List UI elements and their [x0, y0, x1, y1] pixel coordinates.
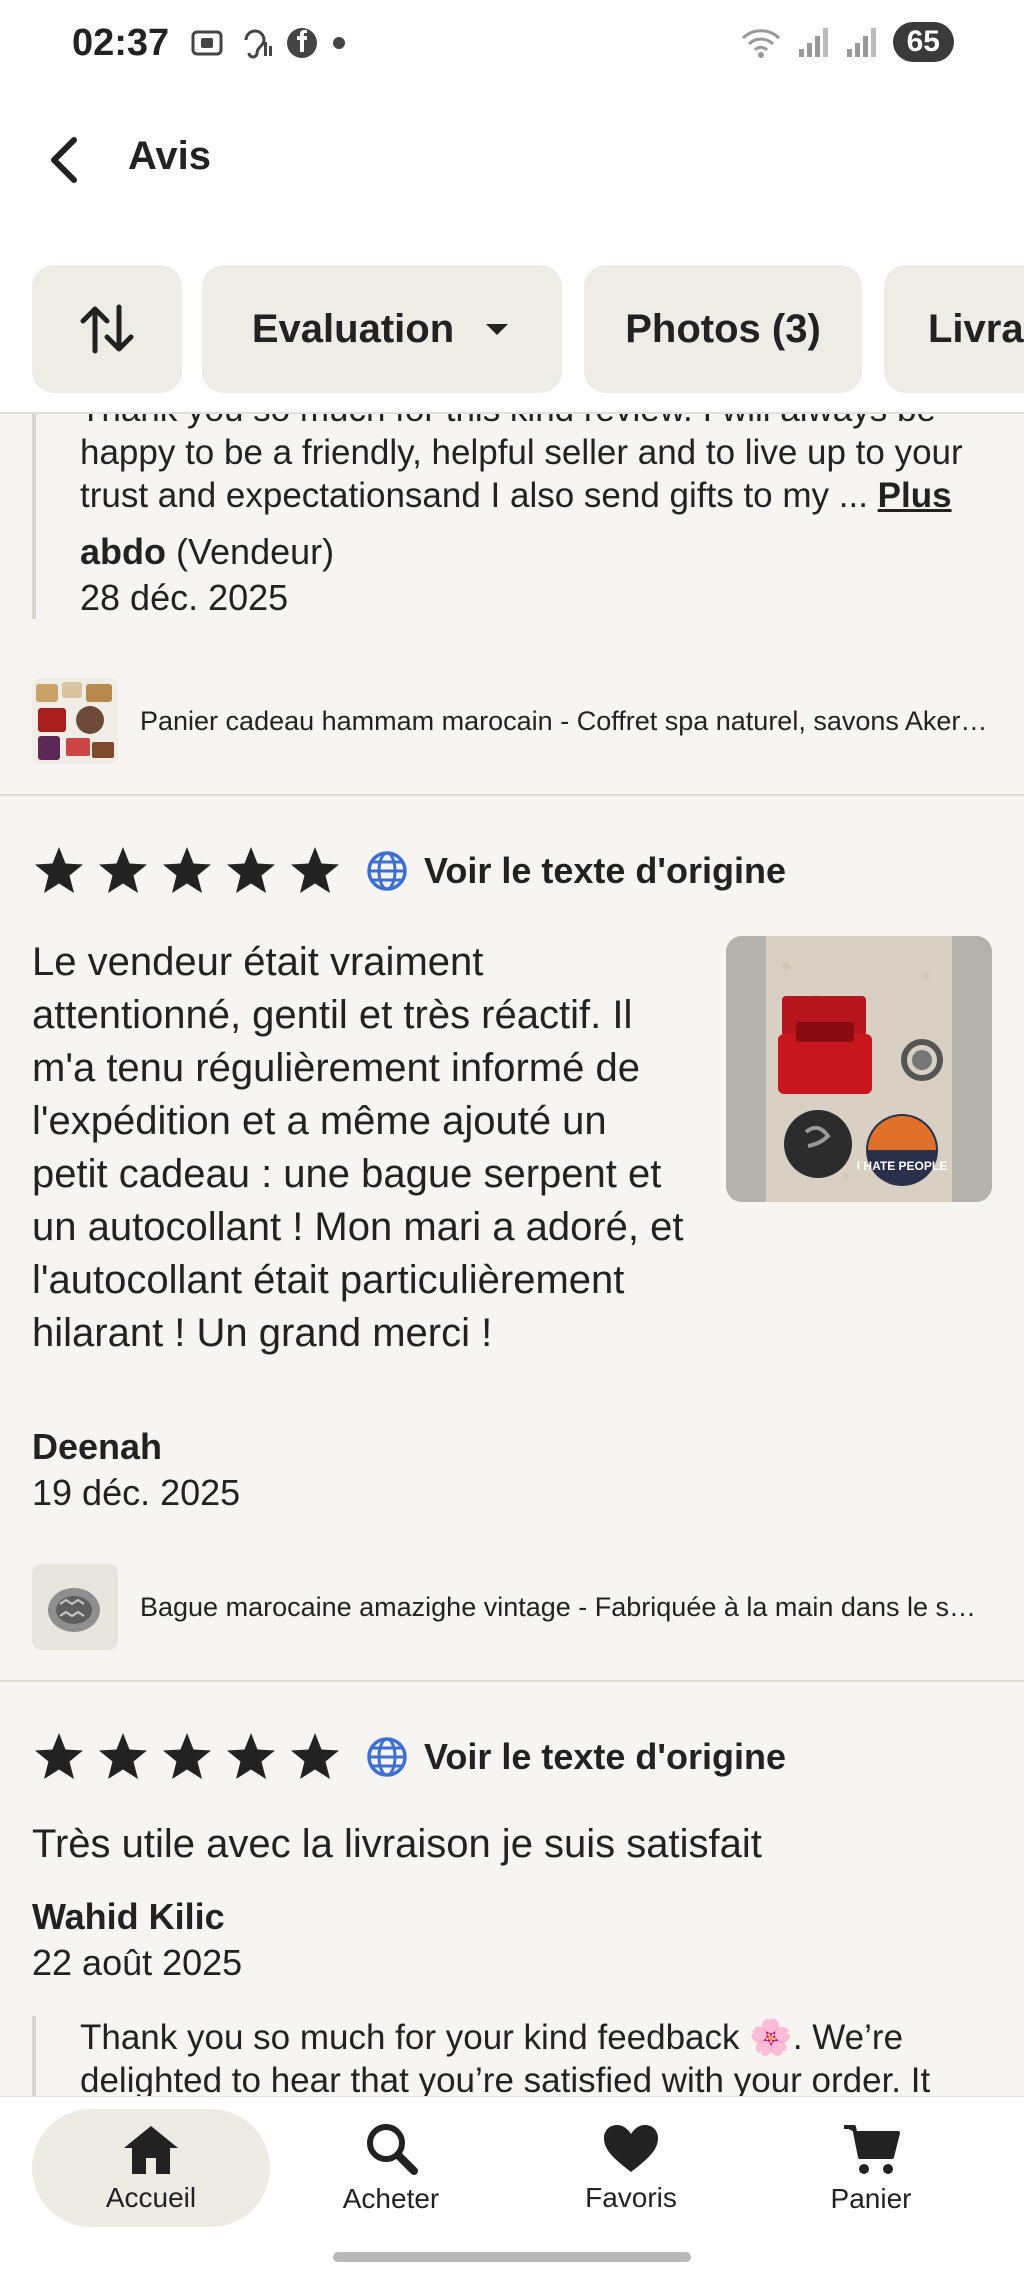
chevron-left-icon [51, 137, 77, 183]
cart-icon [844, 2125, 900, 2174]
reply-author-role: (Vendeur) [176, 531, 335, 572]
globe-icon [367, 1737, 407, 1777]
livraison-filter-label: Livrai [928, 306, 1024, 351]
signal-icon [798, 28, 828, 57]
star-icon [163, 1733, 211, 1779]
product-link[interactable]: Bague marocaine amazighe vintage - Fabri… [32, 1564, 990, 1650]
star-rating [32, 844, 342, 898]
evaluation-filter[interactable]: Evaluation [202, 265, 562, 393]
star-icon [291, 847, 339, 893]
status-left-icons [190, 26, 346, 60]
hearing-icon [244, 29, 272, 59]
product-thumbnail [32, 1564, 118, 1650]
caret-down-icon [486, 324, 509, 335]
status-time: 02:37 [72, 22, 170, 64]
search-icon [367, 2124, 418, 2175]
review-date: 22 août 2025 [32, 1942, 243, 1983]
review-header: Voir le texte d'origine [32, 1730, 786, 1784]
reply-text: Thank you so much for your kind feedback… [80, 2018, 931, 2096]
reply-author: abdo (Vendeur) [80, 531, 1000, 573]
signal-icon [846, 28, 876, 57]
filter-bar: Evaluation Photos (3) Livrai [0, 250, 1024, 414]
sort-arrows-icon [80, 304, 134, 354]
reply-author-name: abdo [80, 531, 166, 572]
product-title: Bague marocaine amazighe vintage - Fabri… [140, 1591, 990, 1622]
star-icon [35, 1733, 83, 1779]
nav-accueil[interactable]: Accueil [32, 2109, 270, 2227]
nav-label: Acheter [342, 2183, 440, 2214]
star-icon [99, 1733, 147, 1779]
star-icon [227, 847, 275, 893]
reviews-list[interactable]: Thank you so much for this kind review. … [0, 414, 1024, 2096]
review-author: Wahid Kilic [32, 1896, 225, 1937]
nav-favoris[interactable]: Favoris [512, 2109, 750, 2227]
wifi-icon [741, 29, 780, 58]
globe-icon [367, 851, 407, 891]
product-link[interactable]: Panier cadeau hammam marocain - Coffret … [32, 678, 990, 764]
translate-link[interactable]: Voir le texte d'origine [424, 850, 786, 892]
nav-acheter[interactable]: Acheter [272, 2109, 510, 2227]
star-icon [99, 847, 147, 893]
seller-reply: Thank you so much for this kind review. … [32, 414, 1000, 619]
photos-filter[interactable]: Photos (3) [584, 265, 862, 393]
back-button[interactable] [40, 130, 90, 190]
dot-icon [333, 37, 345, 49]
page-title: Avis [128, 134, 212, 178]
status-bar: 02:37 65 [0, 0, 1024, 90]
star-rating [32, 1730, 342, 1784]
review-text: Le vendeur était vraiment attentionné, g… [32, 940, 684, 1355]
star-icon [227, 1733, 275, 1779]
facebook-icon [287, 28, 317, 58]
product-title: Panier cadeau hammam marocain - Coffret … [140, 705, 990, 736]
nav-label: Favoris [585, 2182, 677, 2213]
battery-level: 65 [892, 22, 954, 62]
star-icon [163, 847, 211, 893]
nav-label: Accueil [105, 2182, 197, 2213]
photos-filter-label: Photos (3) [625, 306, 821, 351]
star-icon [291, 1733, 339, 1779]
sort-button[interactable] [32, 265, 182, 393]
review-text: Très utile avec la livraison je suis sat… [32, 1822, 762, 1866]
bottom-nav: Accueil Acheter Favoris Panier [0, 2096, 1024, 2276]
screenshot-icon [191, 30, 223, 56]
sticker-text: I HATE PEOPLE [857, 1159, 947, 1173]
star-icon [35, 847, 83, 893]
review-header: Voir le texte d'origine [32, 844, 786, 898]
heart-icon [604, 2125, 658, 2172]
reply-text: Thank you so much for this kind review. … [80, 414, 963, 515]
home-indicator[interactable] [333, 2252, 691, 2262]
divider [0, 1680, 1024, 1682]
home-icon [124, 2126, 178, 2174]
reply-date: 28 déc. 2025 [80, 577, 289, 618]
more-link[interactable]: Plus [878, 476, 952, 515]
review-date: 19 déc. 2025 [32, 1472, 241, 1513]
translate-link[interactable]: Voir le texte d'origine [424, 1736, 786, 1778]
seller-reply: Thank you so much for your kind feedback… [32, 2016, 1000, 2096]
status-right-icons: 65 [739, 22, 954, 62]
product-thumbnail [32, 678, 118, 764]
review-author: Deenah [32, 1426, 163, 1467]
divider [0, 794, 1024, 796]
review-photo[interactable]: I HATE PEOPLE [726, 936, 992, 1202]
nav-label: Panier [830, 2183, 912, 2214]
livraison-filter[interactable]: Livrai [884, 265, 1024, 393]
nav-panier[interactable]: Panier [752, 2109, 990, 2227]
app-header: Avis [0, 90, 1024, 250]
evaluation-filter-label: Evaluation [251, 306, 455, 351]
